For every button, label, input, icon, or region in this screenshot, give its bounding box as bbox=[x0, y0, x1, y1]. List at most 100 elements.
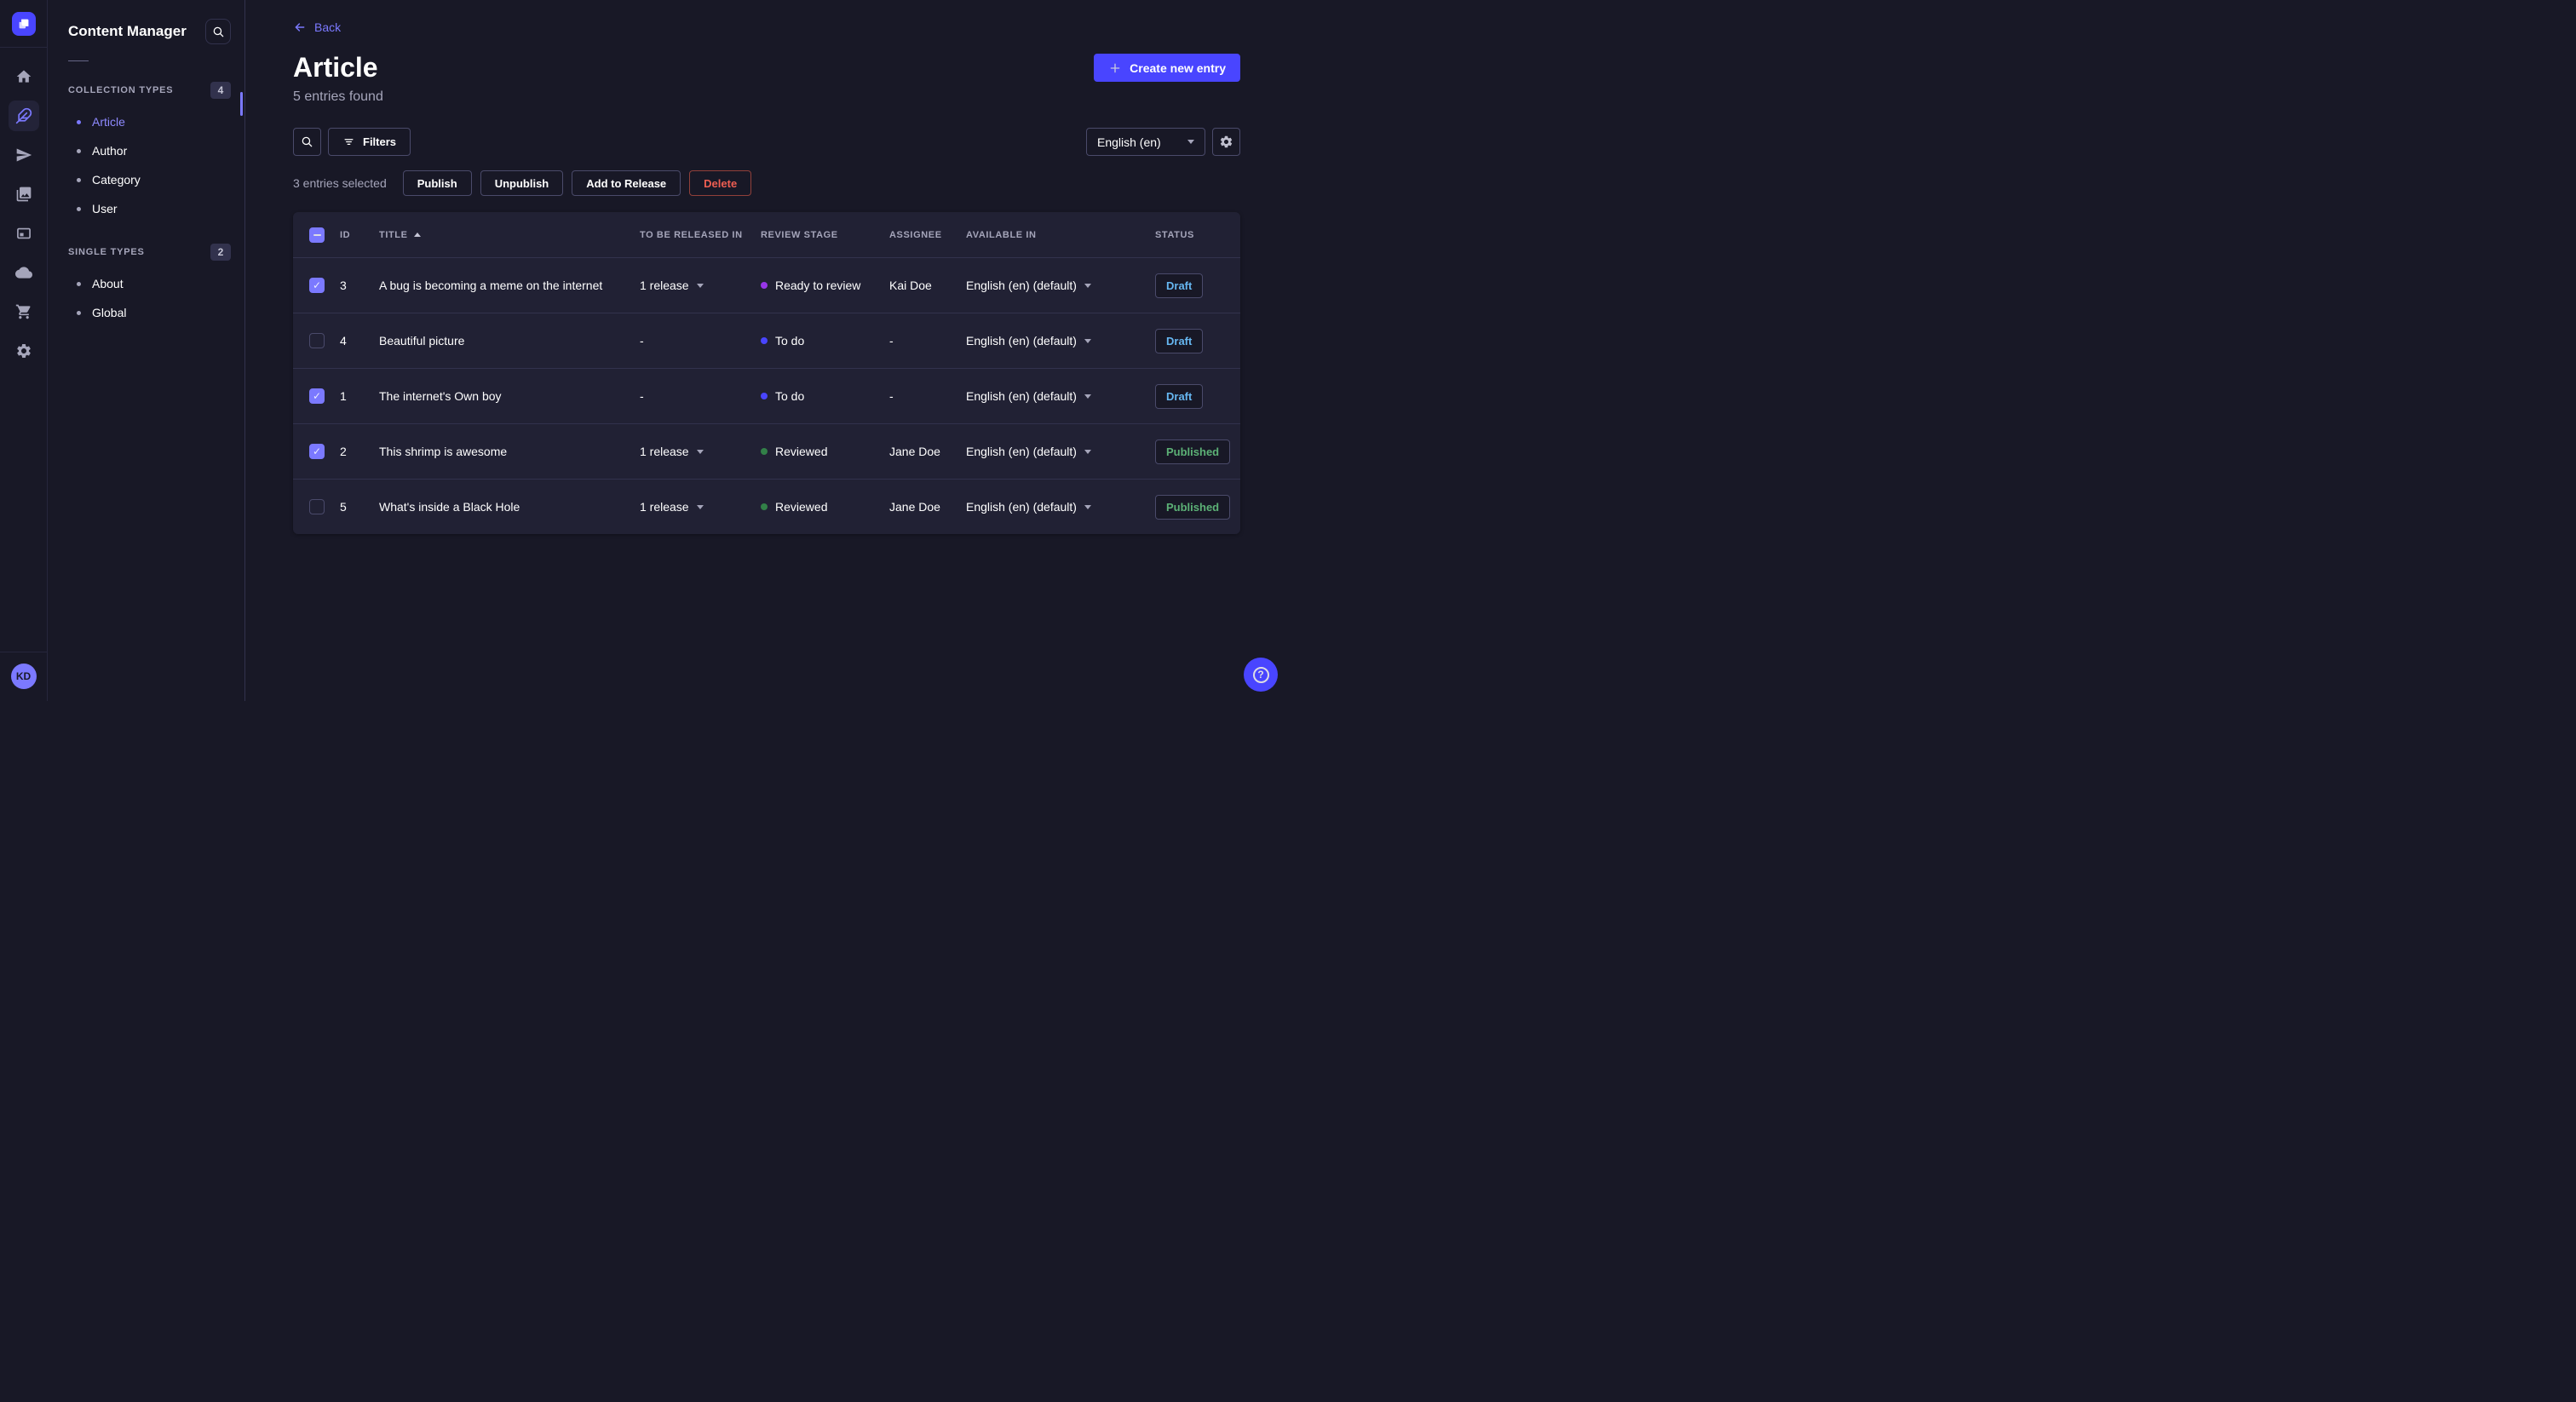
view-settings-button[interactable] bbox=[1212, 128, 1240, 156]
search-icon bbox=[302, 136, 313, 147]
page-title: Article bbox=[293, 52, 378, 83]
select-all-checkbox[interactable] bbox=[309, 227, 325, 243]
cell-available-in[interactable]: English (en) (default) bbox=[966, 445, 1155, 458]
cell-available-in[interactable]: English (en) (default) bbox=[966, 500, 1155, 514]
table-row[interactable]: 5 What's inside a Black Hole 1 release R… bbox=[293, 479, 1240, 534]
cell-release[interactable]: 1 release bbox=[640, 500, 761, 514]
search-icon bbox=[213, 26, 223, 37]
bullet-icon bbox=[77, 119, 81, 124]
row-checkbox[interactable] bbox=[309, 278, 325, 293]
cell-release[interactable]: 1 release bbox=[640, 445, 761, 458]
chevron-down-icon bbox=[1084, 449, 1091, 454]
sidebar-item-category[interactable]: Category bbox=[48, 165, 244, 194]
sidebar-item-article[interactable]: Article bbox=[48, 107, 244, 136]
media-library-icon bbox=[16, 187, 31, 202]
cell-title[interactable]: This shrimp is awesome bbox=[379, 445, 640, 458]
help-button[interactable]: ? bbox=[1244, 658, 1278, 692]
entries-count: 5 entries found bbox=[293, 89, 383, 104]
icon-rail: KD bbox=[0, 0, 48, 701]
add-to-release-button[interactable]: Add to Release bbox=[572, 170, 681, 196]
column-header-release[interactable]: TO BE RELEASED IN bbox=[640, 230, 761, 240]
column-header-title[interactable]: TITLE bbox=[379, 230, 640, 240]
rail-footer: KD bbox=[0, 652, 47, 701]
locale-select[interactable]: English (en) bbox=[1086, 128, 1205, 156]
bullet-icon bbox=[77, 310, 81, 315]
section-label: COLLECTION TYPES bbox=[68, 85, 174, 95]
stage-label: Reviewed bbox=[775, 445, 828, 458]
stage-label: Ready to review bbox=[775, 279, 861, 292]
search-button[interactable] bbox=[293, 128, 321, 156]
sidebar-item-user[interactable]: User bbox=[48, 194, 244, 223]
delete-button[interactable]: Delete bbox=[689, 170, 752, 196]
table-row[interactable]: 3 A bug is becoming a meme on the intern… bbox=[293, 257, 1240, 313]
scrollbar-thumb[interactable] bbox=[240, 92, 243, 116]
sidebar-item-label: Article bbox=[92, 115, 125, 129]
stage-dot-icon bbox=[761, 448, 768, 455]
table-row[interactable]: 2 This shrimp is awesome 1 release Revie… bbox=[293, 423, 1240, 479]
cell-release: - bbox=[640, 334, 761, 348]
rail-item-deploy-cloud[interactable] bbox=[9, 257, 39, 288]
status-badge[interactable]: Draft bbox=[1155, 328, 1204, 353]
back-label: Back bbox=[314, 20, 342, 34]
release-value: - bbox=[640, 389, 644, 403]
sidebar-item-author[interactable]: Author bbox=[48, 136, 244, 165]
sidebar-item-about[interactable]: About bbox=[48, 269, 244, 298]
rail-item-marketplace[interactable] bbox=[9, 296, 39, 327]
strapi-logo[interactable] bbox=[11, 12, 36, 36]
rail-item-content-type-builder[interactable] bbox=[9, 218, 39, 249]
rail-item-settings[interactable] bbox=[9, 336, 39, 366]
cell-review-stage: Reviewed bbox=[761, 500, 889, 514]
table-row[interactable]: 4 Beautiful picture - To do - English (e… bbox=[293, 313, 1240, 368]
row-checkbox[interactable] bbox=[309, 499, 325, 514]
cell-title[interactable]: Beautiful picture bbox=[379, 334, 640, 348]
back-link[interactable]: Back bbox=[293, 20, 341, 34]
column-header-stage[interactable]: REVIEW STAGE bbox=[761, 230, 889, 240]
row-checkbox[interactable] bbox=[309, 388, 325, 404]
cloud-icon bbox=[14, 267, 32, 279]
subnav-title: Content Manager bbox=[68, 23, 187, 39]
bullet-icon bbox=[77, 281, 81, 286]
status-badge[interactable]: Published bbox=[1155, 494, 1231, 520]
sidebar-item-global[interactable]: Global bbox=[48, 298, 244, 327]
cell-assignee: Jane Doe bbox=[889, 500, 940, 514]
cell-assignee: Kai Doe bbox=[889, 279, 932, 292]
bulk-actions-bar: 3 entries selected Publish Unpublish Add… bbox=[293, 170, 1240, 196]
table-row[interactable]: 1 The internet's Own boy - To do - Engli… bbox=[293, 368, 1240, 423]
cell-title[interactable]: The internet's Own boy bbox=[379, 389, 640, 403]
cell-review-stage: To do bbox=[761, 389, 889, 403]
status-badge[interactable]: Published bbox=[1155, 439, 1231, 464]
column-header-status[interactable]: STATUS bbox=[1155, 230, 1240, 240]
rail-item-home[interactable] bbox=[9, 61, 39, 92]
status-badge[interactable]: Draft bbox=[1155, 383, 1204, 409]
rail-item-content-manager[interactable] bbox=[8, 101, 39, 131]
cell-available-in[interactable]: English (en) (default) bbox=[966, 334, 1155, 348]
create-new-entry-button[interactable]: Create new entry bbox=[1094, 54, 1240, 82]
rail-item-media-library[interactable] bbox=[9, 179, 39, 210]
column-header-available[interactable]: AVAILABLE IN bbox=[966, 230, 1155, 240]
create-new-entry-label: Create new entry bbox=[1130, 60, 1226, 75]
available-value: English (en) (default) bbox=[966, 334, 1077, 348]
status-badge[interactable]: Draft bbox=[1155, 273, 1204, 298]
cell-assignee: Jane Doe bbox=[889, 445, 940, 458]
cell-release[interactable]: 1 release bbox=[640, 279, 761, 292]
cell-review-stage: Reviewed bbox=[761, 445, 889, 458]
column-header-assignee[interactable]: ASSIGNEE bbox=[889, 230, 966, 240]
publish-button[interactable]: Publish bbox=[402, 170, 472, 196]
avatar[interactable]: KD bbox=[10, 664, 37, 689]
cell-available-in[interactable]: English (en) (default) bbox=[966, 389, 1155, 403]
row-checkbox[interactable] bbox=[309, 333, 325, 348]
subnav-divider bbox=[68, 60, 89, 61]
bullet-icon bbox=[77, 177, 81, 182]
subnav-search-button[interactable] bbox=[205, 19, 231, 44]
cell-available-in[interactable]: English (en) (default) bbox=[966, 279, 1155, 292]
section-label: SINGLE TYPES bbox=[68, 247, 145, 257]
section-single-types: SINGLE TYPES 2 About Global bbox=[48, 244, 244, 327]
release-value: - bbox=[640, 334, 644, 348]
unpublish-button[interactable]: Unpublish bbox=[480, 170, 564, 196]
row-checkbox[interactable] bbox=[309, 444, 325, 459]
rail-item-releases[interactable] bbox=[9, 140, 39, 170]
column-header-id[interactable]: ID bbox=[340, 230, 379, 240]
cell-title[interactable]: A bug is becoming a meme on the internet bbox=[379, 279, 640, 292]
filters-button[interactable]: Filters bbox=[328, 128, 411, 156]
cell-title[interactable]: What's inside a Black Hole bbox=[379, 500, 640, 514]
